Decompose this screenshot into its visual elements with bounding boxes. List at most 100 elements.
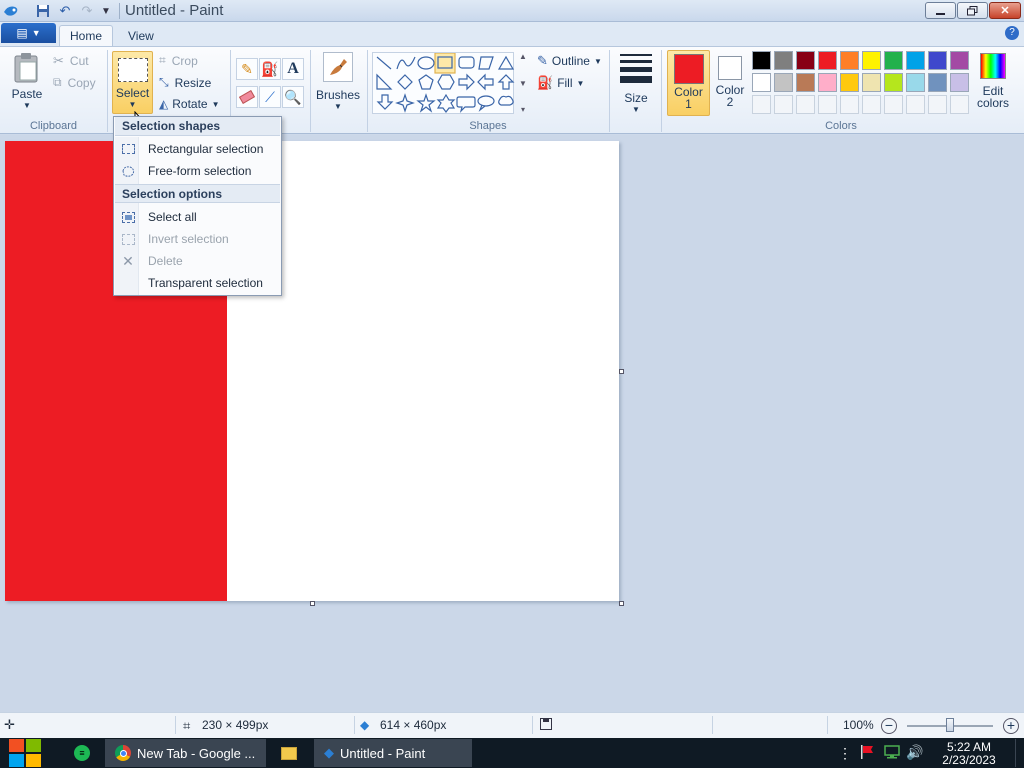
cloud-callout-shape-icon[interactable]: [498, 95, 514, 106]
four-point-star-shape-icon[interactable]: [395, 93, 415, 113]
zoom-out-button[interactable]: −: [881, 718, 897, 734]
palette-swatch[interactable]: [950, 73, 969, 92]
rectangle-shape-icon[interactable]: [434, 52, 456, 74]
palette-swatch[interactable]: [796, 73, 815, 92]
palette-swatch[interactable]: [818, 51, 837, 70]
palette-swatch[interactable]: [774, 73, 793, 92]
palette-swatch[interactable]: [774, 51, 793, 70]
custom-color-slot[interactable]: [906, 95, 925, 114]
minimize-button[interactable]: [925, 2, 956, 19]
palette-swatch[interactable]: [928, 51, 947, 70]
custom-color-slot[interactable]: [796, 95, 815, 114]
fill-bucket-icon[interactable]: ⛽: [259, 58, 281, 80]
curve-shape-icon[interactable]: [396, 56, 416, 70]
palette-swatch[interactable]: [884, 73, 903, 92]
tab-view[interactable]: View: [118, 25, 164, 46]
customize-qat-icon[interactable]: ▼: [98, 3, 114, 19]
tab-home[interactable]: Home: [59, 25, 114, 46]
brushes-button[interactable]: Brushes ▼: [316, 52, 360, 112]
rounded-callout-shape-icon[interactable]: [456, 96, 476, 113]
select-all-item[interactable]: Select all: [115, 206, 280, 228]
pencil-icon[interactable]: ✎: [236, 58, 258, 80]
palette-swatch[interactable]: [928, 73, 947, 92]
custom-color-slot[interactable]: [840, 95, 859, 114]
freeform-selection-item[interactable]: Free-form selection: [115, 160, 280, 182]
diamond-shape-icon[interactable]: [397, 74, 413, 90]
custom-color-slot[interactable]: [884, 95, 903, 114]
cut-button[interactable]: ✂ Cut: [53, 53, 89, 69]
oval-callout-shape-icon[interactable]: [477, 95, 495, 112]
resize-handle-right[interactable]: [619, 369, 624, 374]
six-point-star-shape-icon[interactable]: [436, 93, 456, 113]
polygon-shape-icon[interactable]: [478, 56, 494, 70]
resize-handle-corner[interactable]: [619, 601, 624, 606]
color-picker-icon[interactable]: ⟋: [259, 86, 281, 108]
magnifier-icon[interactable]: 🔍: [282, 86, 304, 108]
palette-swatch[interactable]: [906, 51, 925, 70]
custom-color-slot[interactable]: [752, 95, 771, 114]
expand-gallery-icon[interactable]: ▾: [516, 105, 530, 114]
palette-swatch[interactable]: [950, 51, 969, 70]
rectangular-selection-item[interactable]: Rectangular selection: [115, 138, 280, 160]
close-button[interactable]: ✕: [989, 2, 1021, 19]
outline-button[interactable]: ✎ Outline ▼: [537, 53, 602, 69]
crop-button[interactable]: ⌗ Crop: [159, 53, 198, 68]
text-tool-icon[interactable]: A: [282, 58, 304, 80]
taskbar-spotify[interactable]: ≡: [70, 739, 94, 767]
undo-icon[interactable]: ↶: [57, 3, 73, 19]
custom-color-slot[interactable]: [950, 95, 969, 114]
rounded-rectangle-shape-icon[interactable]: [458, 56, 475, 69]
custom-color-slot[interactable]: [818, 95, 837, 114]
line-shape-icon[interactable]: [376, 56, 392, 70]
left-arrow-shape-icon[interactable]: [477, 73, 494, 91]
palette-swatch[interactable]: [862, 51, 881, 70]
taskbar-clock[interactable]: 5:22 AM 2/23/2023: [934, 741, 1004, 767]
shapes-scroll[interactable]: ▲ ▼ ▾: [516, 52, 530, 114]
palette-swatch[interactable]: [906, 73, 925, 92]
zoom-slider-thumb[interactable]: [946, 718, 954, 732]
taskbar-paint[interactable]: ◆ Untitled - Paint: [314, 739, 472, 767]
palette-swatch[interactable]: [752, 51, 771, 70]
custom-color-slot[interactable]: [928, 95, 947, 114]
oval-shape-icon[interactable]: [417, 56, 435, 70]
palette-swatch[interactable]: [862, 73, 881, 92]
color1-button[interactable]: Color 1: [667, 50, 710, 116]
chevron-down-icon[interactable]: ▼: [516, 79, 530, 88]
up-arrow-shape-icon[interactable]: [497, 74, 515, 90]
taskbar-explorer[interactable]: [276, 739, 302, 767]
system-tray-overflow-icon[interactable]: ⋮: [838, 745, 852, 762]
restore-button[interactable]: [957, 2, 988, 19]
palette-swatch[interactable]: [840, 73, 859, 92]
save-icon[interactable]: [35, 3, 51, 19]
palette-swatch[interactable]: [796, 51, 815, 70]
delete-item[interactable]: ✕ Delete: [115, 250, 280, 272]
right-arrow-shape-icon[interactable]: [458, 73, 475, 91]
edit-colors-button[interactable]: Edit colors: [974, 52, 1012, 114]
size-button[interactable]: Size ▼: [617, 52, 655, 114]
copy-button[interactable]: ⧉ Copy: [53, 75, 96, 90]
resize-button[interactable]: ⤡ Resize: [159, 75, 211, 90]
volume-icon[interactable]: 🔊: [906, 744, 923, 761]
flag-icon[interactable]: [859, 744, 875, 760]
invert-selection-item[interactable]: Invert selection: [115, 228, 280, 250]
zoom-in-button[interactable]: +: [1003, 718, 1019, 734]
chevron-up-icon[interactable]: ▲: [516, 52, 530, 61]
taskbar-chrome[interactable]: New Tab - Google ...: [105, 739, 266, 767]
paste-button[interactable]: Paste ▼: [8, 52, 46, 110]
transparent-selection-item[interactable]: Transparent selection: [115, 272, 280, 294]
palette-swatch[interactable]: [818, 73, 837, 92]
resize-handle-bottom[interactable]: [310, 601, 315, 606]
redo-icon[interactable]: ↷: [79, 3, 95, 19]
color2-button[interactable]: Color 2: [713, 50, 747, 116]
five-point-star-shape-icon[interactable]: [416, 93, 436, 113]
palette-swatch[interactable]: [752, 73, 771, 92]
custom-color-slot[interactable]: [862, 95, 881, 114]
show-desktop-button[interactable]: [1015, 739, 1024, 767]
fill-button[interactable]: ⛽ Fill ▼: [537, 75, 584, 91]
file-menu-button[interactable]: ▤ ▼: [1, 23, 56, 43]
custom-color-slot[interactable]: [774, 95, 793, 114]
network-icon[interactable]: [883, 744, 901, 760]
down-arrow-shape-icon[interactable]: [376, 94, 394, 110]
hexagon-shape-icon[interactable]: [437, 74, 455, 90]
help-icon[interactable]: ?: [1005, 26, 1019, 40]
